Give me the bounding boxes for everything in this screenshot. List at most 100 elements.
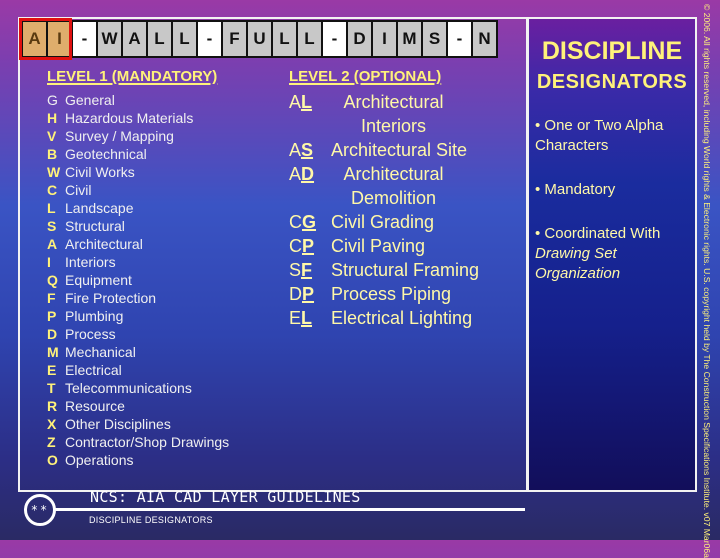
level2-code: AS — [289, 138, 331, 162]
level2-code-first: A — [289, 92, 302, 112]
level2-item: CP Civil Paving — [289, 234, 521, 258]
level2-label: Civil Grading — [331, 212, 435, 232]
discipline-label: Architectural — [65, 236, 143, 252]
letter-tile: U — [248, 22, 271, 56]
discipline-label: Landscape — [65, 200, 134, 216]
level2-code-second: L — [301, 92, 313, 112]
discipline-label: Process — [65, 326, 116, 342]
discipline-code: X — [47, 416, 57, 432]
letter-tile: S — [423, 22, 446, 56]
level1-item: Z Contractor/Shop Drawings — [47, 433, 229, 451]
level1-item: F Fire Protection — [47, 289, 229, 307]
level2-code-first: D — [289, 284, 302, 304]
discipline-designators-panel: DISCIPLINE DESIGNATORS • One or Two Alph… — [527, 17, 697, 492]
level2-code-second: P — [302, 284, 315, 304]
level2-code: EL — [289, 306, 331, 330]
letter-tile: F — [223, 22, 246, 56]
level2-label: Process Piping — [331, 284, 452, 304]
discipline-code: Z — [47, 434, 56, 450]
footer-logo-icon: ** — [24, 494, 56, 526]
level2-code-second: L — [301, 308, 313, 328]
level2-code-first: C — [289, 236, 302, 256]
discipline-label: Civil — [65, 182, 92, 198]
level2-code-first: A — [289, 164, 302, 184]
level2-code-second: P — [302, 236, 315, 256]
level2-code-second: G — [302, 212, 317, 232]
level1-heading: LEVEL 1 (MANDATORY) — [47, 68, 218, 85]
discipline-code: Q — [47, 272, 58, 288]
discipline-code: L — [47, 200, 56, 216]
level1-item: S Structural — [47, 217, 229, 235]
letter-tile: L — [298, 22, 321, 56]
letter-tile: A — [123, 22, 146, 56]
level2-item: DP Process Piping — [289, 282, 521, 306]
discipline-code: P — [47, 308, 57, 324]
level2-code-first: C — [289, 212, 302, 232]
level1-item: B Geotechnical — [47, 145, 229, 163]
discipline-label: General — [65, 92, 115, 108]
discipline-code: I — [47, 254, 51, 270]
level1-item: P Plumbing — [47, 307, 229, 325]
discipline-code: H — [47, 110, 58, 126]
level1-item: C Civil — [47, 181, 229, 199]
discipline-label: Telecommunications — [65, 380, 192, 396]
level2-code: CG — [289, 210, 331, 234]
discipline-label: Hazardous Materials — [65, 110, 194, 126]
letter-tile: L — [173, 22, 196, 56]
level1-item: M Mechanical — [47, 343, 229, 361]
discipline-code: A — [47, 236, 58, 252]
discipline-label: Plumbing — [65, 308, 124, 324]
level1-item: E Electrical — [47, 361, 229, 379]
level2-code-second: D — [301, 164, 315, 184]
level1-item: A Architectural — [47, 235, 229, 253]
panel-title-line1: DISCIPLINE — [541, 37, 683, 65]
discipline-code: W — [47, 164, 61, 180]
level2-code: SF — [289, 258, 331, 282]
discipline-label: Operations — [65, 452, 134, 468]
discipline-label: Mechanical — [65, 344, 136, 360]
bullet-mandatory: • Mandatory — [535, 181, 616, 198]
letter-tile: L — [148, 22, 171, 56]
discipline-code: F — [47, 290, 56, 306]
level2-item: SF Structural Framing — [289, 258, 521, 282]
level2-code-first: E — [289, 308, 302, 328]
level2-label: Architectural Interiors — [343, 92, 444, 136]
bullet-coordinated-text: • Coordinated With — [535, 225, 661, 242]
level2-code: CP — [289, 234, 331, 258]
discipline-code: M — [47, 344, 59, 360]
discipline-code: R — [47, 398, 58, 414]
discipline-label: Contractor/Shop Drawings — [65, 434, 230, 450]
level2-heading: LEVEL 2 (OPTIONAL) — [289, 68, 442, 85]
discipline-code: T — [47, 380, 56, 396]
level2-code-second: S — [301, 140, 314, 160]
discipline-code: D — [47, 326, 58, 342]
level2-label: Civil Paving — [331, 236, 426, 256]
letter-tile: N — [473, 22, 496, 56]
level2-item: EL Electrical Lighting — [289, 306, 521, 330]
bullet-coordinated: • Coordinated With Drawing Set Organizat… — [535, 224, 689, 284]
panel-title-line2: DESIGNATORS — [536, 71, 688, 93]
level1-item: W Civil Works — [47, 163, 229, 181]
discipline-code: G — [47, 92, 58, 108]
level2-code: DP — [289, 282, 331, 306]
discipline-code: C — [47, 182, 58, 198]
discipline-code: V — [47, 128, 57, 144]
level2-code-second: F — [301, 260, 313, 280]
level1-item: V Survey / Mapping — [47, 127, 229, 145]
letter-tile: I — [373, 22, 396, 56]
footer-title: NCS: AIA CAD LAYER GUIDELINES — [90, 488, 361, 506]
discipline-code: O — [47, 452, 58, 468]
discipline-label: Survey / Mapping — [65, 128, 174, 144]
discipline-label: Resource — [65, 398, 125, 414]
level1-item: O Operations — [47, 451, 229, 469]
discipline-code: B — [47, 146, 58, 162]
level1-item: D Process — [47, 325, 229, 343]
discipline-label: Civil Works — [65, 164, 135, 180]
level2-label: Structural Framing — [331, 260, 480, 280]
bullet-alpha-characters: • One or Two Alpha Characters — [535, 117, 664, 154]
discipline-label: Fire Protection — [65, 290, 157, 306]
discipline-code: E — [47, 362, 57, 378]
discipline-label: Equipment — [65, 272, 132, 288]
separator-tile: - — [73, 22, 96, 56]
copyright-notice: © 2006. All rights reserved, including W… — [702, 4, 712, 558]
